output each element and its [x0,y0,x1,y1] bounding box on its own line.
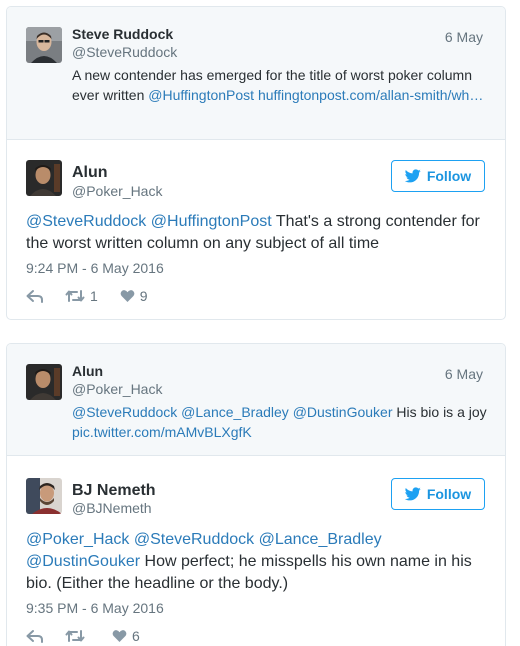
mention-link[interactable]: @SteveRuddock [72,404,177,420]
follow-button[interactable]: Follow [391,478,485,510]
tweet-actions: 1 9 [26,288,170,304]
author-handle[interactable]: @BJNemeth [72,500,152,516]
author-name[interactable]: Steve Ruddock [72,26,173,42]
author-handle[interactable]: @Poker_Hack [72,183,162,199]
mention-link[interactable]: @DustinGouker [26,553,140,570]
tweet-text: @SteveRuddock @Lance_Bradley @DustinGouk… [72,403,487,442]
tweet-timestamp[interactable]: 9:35 PM - 6 May 2016 [26,600,164,616]
author-handle[interactable]: @SteveRuddock [72,44,177,60]
reply-button[interactable] [26,289,43,303]
reply-icon [26,290,43,303]
tweet-text: @SteveRuddock @HuffingtonPost That's a s… [26,211,496,255]
pic-link[interactable]: pic.twitter.com/mAMvBLXgfK [72,424,252,440]
avatar[interactable] [26,478,62,514]
mention-link[interactable]: @SteveRuddock [26,213,146,230]
quoted-tweet[interactable]: Steve Ruddock @SteveRuddock 6 May A new … [7,7,505,140]
tweet-date[interactable]: 6 May [445,366,483,382]
mention-link[interactable]: @DustinGouker [293,404,393,420]
avatar[interactable] [26,27,62,63]
retweet-icon [65,290,85,302]
tweet-text: A new contender has emerged for the titl… [72,66,487,105]
follow-button[interactable]: Follow [391,160,485,192]
author-name[interactable]: BJ Nemeth [72,482,156,500]
retweet-count: 1 [90,288,98,304]
follow-label: Follow [426,486,472,502]
author-name[interactable]: Alun [72,363,103,379]
like-count: 9 [139,288,148,304]
embedded-tweet-card: Alun @Poker_Hack 6 May @SteveRuddock @La… [6,343,506,646]
tweet-actions: 6 [26,628,162,644]
twitter-bird-icon [404,169,421,183]
like-count: 6 [132,628,140,644]
avatar[interactable] [26,160,62,196]
text-segment: His bio is a joy [392,404,487,420]
mention-link[interactable]: @Lance_Bradley [181,404,289,420]
tweet-timestamp[interactable]: 9:24 PM - 6 May 2016 [26,260,164,276]
embedded-tweet-card: Steve Ruddock @SteveRuddock 6 May A new … [6,6,506,320]
heart-icon [112,630,127,642]
reply-icon [26,630,43,643]
mention-link[interactable]: @HuffingtonPost [151,213,272,230]
avatar[interactable] [26,364,62,400]
like-button[interactable]: 9 [120,288,148,304]
heart-icon [120,290,135,302]
author-handle[interactable]: @Poker_Hack [72,381,162,397]
retweet-button[interactable]: 1 [65,288,98,304]
reply-button[interactable] [26,629,43,643]
mention-link[interactable]: @Lance_Bradley [259,531,382,548]
tweet-date[interactable]: 6 May [445,29,483,45]
like-button[interactable]: 6 [112,628,140,644]
tweet-text: @Poker_Hack @SteveRuddock @Lance_Bradley… [26,529,496,595]
retweet-button[interactable] [65,629,90,643]
quoted-tweet[interactable]: Alun @Poker_Hack 6 May @SteveRuddock @La… [7,344,505,456]
mention-link[interactable]: @SteveRuddock [134,531,254,548]
mention-link[interactable]: @Poker_Hack [26,531,129,548]
retweet-icon [65,630,85,642]
author-name[interactable]: Alun [72,164,108,182]
follow-label: Follow [426,168,472,184]
mention-link[interactable]: @HuffingtonPost [148,87,254,103]
url-link[interactable]: huffingtonpost.com/allan-smith/wh… [258,87,483,103]
twitter-bird-icon [404,487,421,501]
